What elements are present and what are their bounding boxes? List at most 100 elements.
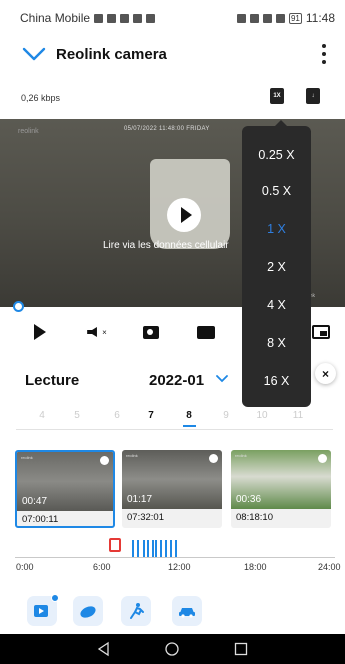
camera-icon: [143, 325, 159, 339]
hd-icon: [94, 13, 104, 23]
clip-start-time: 07:00:11: [22, 514, 59, 525]
mute-button[interactable]: ×: [87, 323, 107, 341]
speed-option[interactable]: 2 X: [242, 258, 311, 276]
status-bar-left: China Mobile: [20, 11, 156, 25]
video-timestamp-overlay: 05/07/2022 11:48:00 FRIDAY: [124, 126, 210, 132]
cellular-data-message: Lire via les données cellulair: [103, 240, 229, 251]
app-icon: [146, 13, 156, 23]
timeline-hour-label: 24:00: [318, 562, 341, 572]
page-title: Reolink camera: [56, 45, 167, 63]
feature-bar: [0, 593, 345, 631]
playback-events-button[interactable]: [27, 594, 59, 626]
snapshot-button[interactable]: [141, 323, 161, 341]
close-button[interactable]: ×: [315, 363, 336, 384]
day-11: 11: [292, 410, 304, 421]
status-bar-right: 91 11:48: [236, 11, 335, 25]
signal-icon: [107, 13, 117, 23]
pip-button[interactable]: [311, 323, 331, 341]
recording-timeline[interactable]: 0:00 6:00 12:00 18:00 24:00: [0, 535, 345, 575]
timeline-recording-segment[interactable]: [155, 540, 157, 557]
speed-option[interactable]: 0.5 X: [242, 182, 311, 200]
day-5: 5: [74, 410, 80, 421]
selected-day-indicator: [183, 425, 196, 427]
clip-status-icon: [209, 454, 218, 463]
timeline-hour-label: 6:00: [93, 562, 111, 572]
clip-status-icon: [100, 456, 109, 465]
timeline-recording-segment[interactable]: [170, 540, 172, 557]
clip-brand-watermark: reolink: [126, 453, 138, 458]
day-7[interactable]: 7: [141, 410, 161, 421]
chevron-down-icon[interactable]: [22, 44, 46, 64]
timeline-recording-segment[interactable]: [152, 540, 154, 557]
timeline-axis: [15, 557, 335, 558]
person-detection-button[interactable]: [121, 596, 151, 626]
month-selector[interactable]: 2022-01: [149, 372, 204, 389]
clip-brand-watermark: reolink: [235, 453, 247, 458]
clip-duration: 00:47: [22, 496, 48, 507]
hourglass-icon: [120, 13, 130, 23]
picture-in-picture-icon: [312, 325, 330, 339]
speed-option[interactable]: 4 X: [242, 296, 311, 314]
timeline-recording-segment[interactable]: [147, 540, 149, 557]
download-icon[interactable]: ↓: [306, 88, 320, 104]
play-icon: [34, 324, 46, 340]
video-brand-watermark: reolink: [18, 128, 39, 135]
clip-brand-watermark: reolink: [21, 455, 33, 460]
speed-option[interactable]: 8 X: [242, 334, 311, 352]
back-icon[interactable]: [96, 641, 112, 657]
day-6: 6: [114, 410, 120, 421]
cloud-button[interactable]: [73, 596, 103, 626]
status-bar: China Mobile 91 11:48: [0, 0, 345, 36]
month-chevron-down-icon[interactable]: [214, 370, 230, 386]
clip-thumbnail[interactable]: reolink 00:47 07:00:11: [15, 450, 115, 528]
nfc-icon: [249, 13, 259, 23]
clip-start-time: 08:18:10: [236, 512, 273, 523]
playback-events-icon: [34, 605, 48, 617]
timeline-recording-segment[interactable]: [165, 540, 167, 557]
speed-option[interactable]: 1 X: [242, 220, 311, 238]
notification-icon: [133, 13, 143, 23]
timeline-current-marker[interactable]: [109, 538, 121, 552]
day-selector: 4 5 6 7 8 9 10 11: [0, 410, 345, 430]
speed-option[interactable]: 16 X: [242, 372, 311, 390]
timeline-hour-label: 18:00: [244, 562, 267, 572]
video-progress-handle[interactable]: [13, 301, 24, 312]
alarm-icon: [275, 13, 285, 23]
timeline-recording-segment[interactable]: [160, 540, 162, 557]
day-10: 10: [256, 410, 268, 421]
speed-option[interactable]: 0.25 X: [242, 146, 311, 164]
record-button[interactable]: [196, 323, 216, 341]
timeline-recording-segment[interactable]: [143, 540, 145, 557]
day-9: 9: [223, 410, 229, 421]
timeline-recording-segment[interactable]: [132, 540, 134, 557]
clip-duration: 01:17: [127, 494, 153, 505]
home-icon[interactable]: [164, 641, 180, 657]
timeline-hour-label: 12:00: [168, 562, 191, 572]
clip-thumbnail[interactable]: reolink 00:36 08:18:10: [231, 450, 331, 528]
play-overlay-button[interactable]: [167, 198, 201, 232]
system-navigation-bar: [0, 634, 345, 664]
timeline-recording-segment[interactable]: [175, 540, 177, 557]
clip-duration: 00:36: [236, 494, 262, 505]
day-8[interactable]: 8: [179, 410, 199, 421]
vehicle-detection-button[interactable]: [172, 596, 202, 626]
timeline-hour-label: 0:00: [16, 562, 34, 572]
playback-title: Lecture: [25, 372, 80, 389]
vehicle-detection-icon: [179, 608, 195, 618]
timeline-recording-segment[interactable]: [137, 540, 139, 557]
clip-thumbnail[interactable]: reolink 01:17 07:32:01: [122, 450, 222, 528]
person-detection-icon: [130, 603, 144, 619]
more-options-icon[interactable]: [321, 44, 327, 64]
carrier-label: China Mobile: [20, 11, 91, 25]
clip-start-time: 07:32:01: [127, 512, 164, 523]
battery-icon: 91: [288, 12, 302, 24]
bitrate-label: 0,26 kbps: [21, 93, 61, 103]
playback-speed-menu: 0.25 X 0.5 X 1 X 2 X 4 X 8 X 16 X: [242, 120, 311, 407]
play-button[interactable]: [30, 323, 50, 341]
video-record-icon: [197, 325, 215, 339]
playback-speed-button[interactable]: 1X: [270, 88, 284, 104]
mute-icon: [262, 13, 272, 23]
playback-speed-label: 1X: [273, 93, 281, 99]
status-time: 11:48: [305, 11, 335, 25]
recents-icon[interactable]: [233, 641, 249, 657]
